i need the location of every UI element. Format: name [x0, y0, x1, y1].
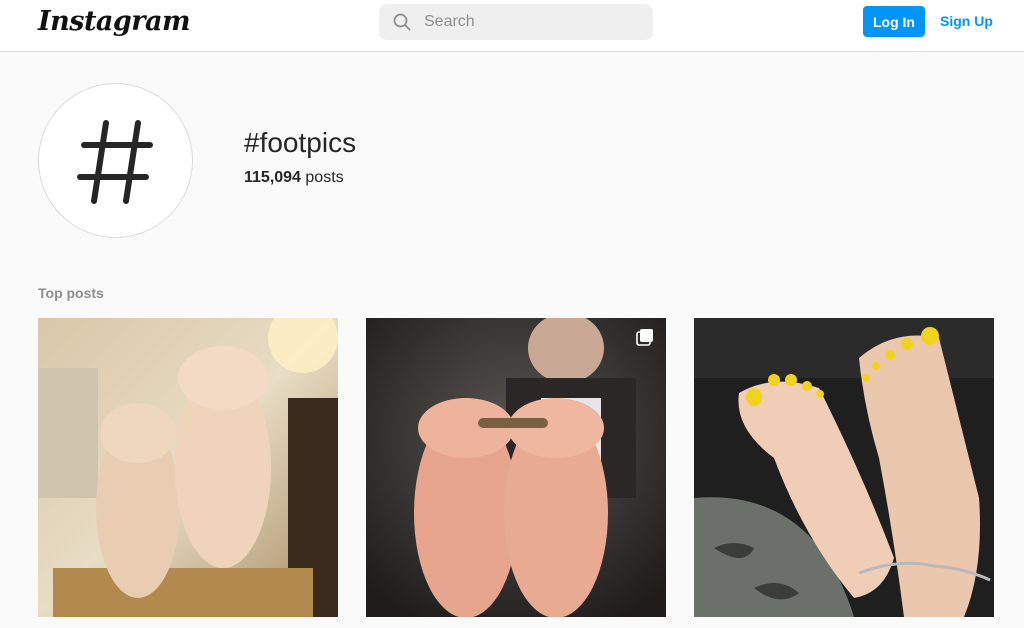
hashtag-title: #footpics	[244, 127, 357, 158]
top-posts-heading: Top posts	[38, 285, 104, 301]
post-count: 115,094 posts	[244, 169, 344, 187]
hashtag-icon	[77, 120, 153, 204]
sign-up-link[interactable]: Sign Up	[940, 13, 993, 29]
post-count-number: 115,094	[244, 169, 301, 186]
post-image-3	[694, 318, 994, 617]
hashtag-avatar	[38, 83, 193, 238]
instagram-logo[interactable]: Instagram	[38, 6, 191, 37]
search-box[interactable]: Search	[379, 4, 653, 40]
post-image-1	[38, 318, 338, 617]
multiple-images-icon	[636, 329, 653, 346]
top-navigation-bar: Instagram Search Log In Sign Up	[0, 0, 1024, 52]
search-icon	[393, 13, 411, 31]
post-thumbnail-3[interactable]	[694, 318, 994, 617]
post-image-2	[366, 318, 666, 617]
search-input[interactable]: Search	[424, 13, 475, 31]
post-thumbnail-2[interactable]	[366, 318, 666, 617]
post-thumbnail-1[interactable]	[38, 318, 338, 617]
log-in-button[interactable]: Log In	[863, 6, 925, 37]
post-count-label: posts	[305, 169, 344, 186]
